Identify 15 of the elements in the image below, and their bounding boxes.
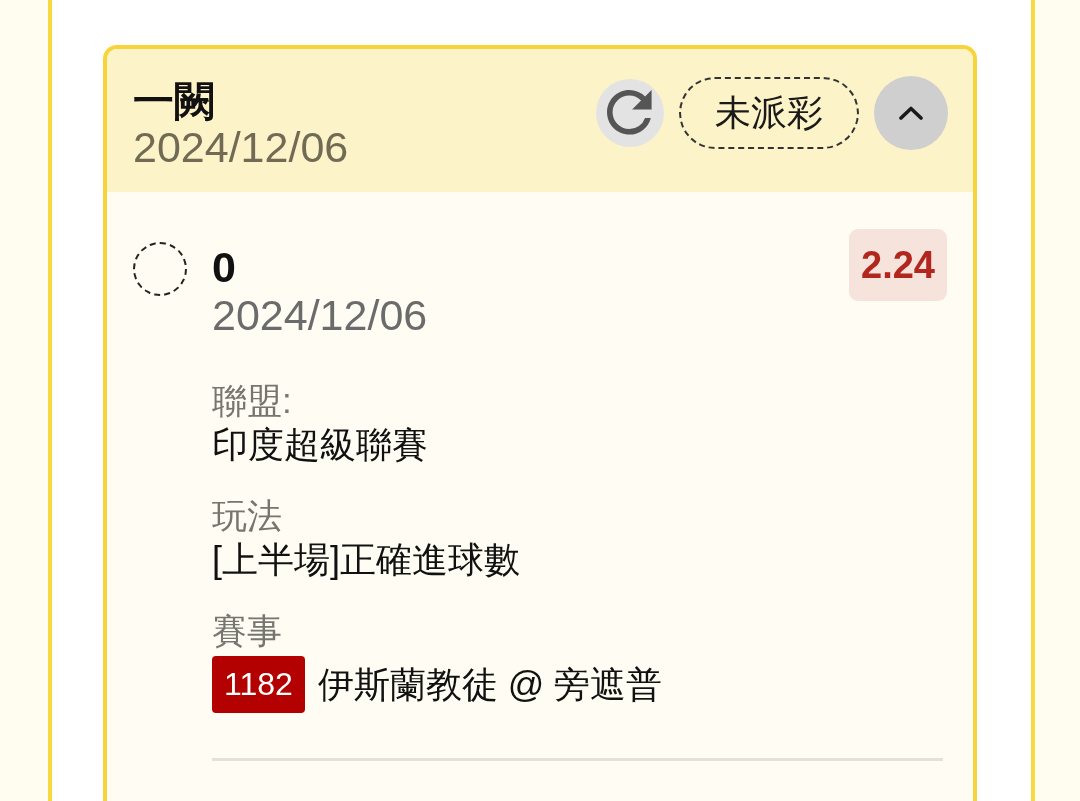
selection-date: 2024/12/06 — [212, 292, 428, 338]
match-teams: 伊斯蘭教徒 @ 旁遮普 — [317, 662, 663, 707]
selection-radio[interactable] — [133, 242, 187, 296]
refresh-icon — [607, 90, 653, 136]
match-number-tag: 1182 — [212, 656, 305, 713]
field-label: 聯盟: — [212, 380, 292, 422]
selection-name: 0 — [212, 242, 237, 292]
field-value: [上半場]正確進球數 — [212, 538, 520, 582]
bet-title: 一闕 — [133, 78, 216, 124]
bet-date: 2024/12/06 — [133, 124, 349, 170]
field-label: 賽事 — [212, 610, 282, 652]
field-label: 玩法 — [212, 495, 282, 537]
odds-tag: 2.24 — [849, 229, 947, 301]
field-value: 印度超級聯賽 — [212, 423, 428, 467]
status-tag: 未派彩 — [679, 77, 859, 149]
